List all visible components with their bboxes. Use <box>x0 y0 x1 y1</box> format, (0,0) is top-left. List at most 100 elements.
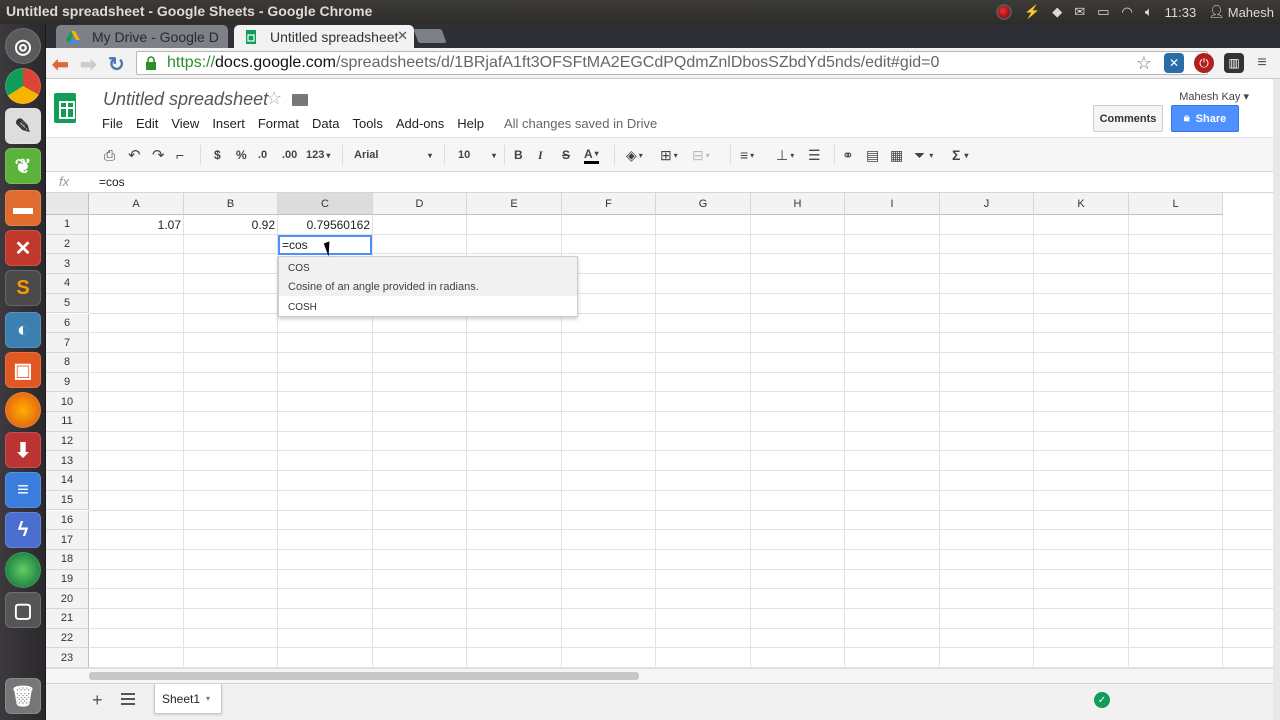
menu-view[interactable]: View <box>171 116 199 131</box>
italic-button[interactable]: I <box>538 146 543 164</box>
column-header-e[interactable]: E <box>467 193 562 215</box>
horizontal-scroll-thumb[interactable] <box>89 672 639 680</box>
filter-icon[interactable]: ⏷ ▾ <box>914 146 933 164</box>
column-header-j[interactable]: J <box>940 193 1034 215</box>
comments-button[interactable]: Comments <box>1093 105 1163 132</box>
cell-b1[interactable]: 0.92 <box>184 218 278 232</box>
vertical-scrollbar[interactable] <box>1273 79 1280 720</box>
chevron-down-icon[interactable]: ▾ <box>206 694 210 703</box>
launcher-home-icon[interactable]: ◎ <box>5 28 41 64</box>
extension-box-icon[interactable]: ▥ <box>1224 53 1244 73</box>
clock[interactable]: 11:33 <box>1159 0 1203 24</box>
launcher-sublime-icon[interactable]: S <box>5 270 41 306</box>
record-indicator-icon[interactable] <box>990 0 1018 24</box>
column-header-b[interactable]: B <box>184 193 278 215</box>
extension-x-icon[interactable]: ✕ <box>1164 53 1184 73</box>
text-wrap-icon[interactable]: ☰ <box>808 146 821 164</box>
back-button[interactable]: ⬅ <box>52 52 69 77</box>
sheet-tab-sheet1[interactable]: Sheet1 ▾ <box>154 684 222 714</box>
close-tab-icon[interactable]: ✕ <box>397 28 408 44</box>
functions-button[interactable]: Σ ▾ <box>952 146 968 164</box>
user-menu[interactable]: 👤︎ Mahesh <box>1202 0 1280 24</box>
row-header-6[interactable]: 6 <box>46 313 89 334</box>
menu-file[interactable]: File <box>102 116 123 131</box>
launcher-folder-icon[interactable]: ▬ <box>5 190 41 226</box>
mail-icon[interactable]: ✉ <box>1068 0 1091 24</box>
row-header-7[interactable]: 7 <box>46 333 89 353</box>
star-icon[interactable]: ☆ <box>266 88 282 109</box>
merge-cells-icon[interactable]: ⊟ ▾ <box>692 146 710 164</box>
launcher-store-icon[interactable]: ▣ <box>5 352 41 388</box>
volume-icon[interactable]: 🔈︎ <box>1139 0 1159 24</box>
battery-icon[interactable]: ▭ <box>1091 0 1115 24</box>
launcher-trash-icon[interactable]: 🗑︎ <box>5 678 41 714</box>
forward-button[interactable]: ➡ <box>80 52 97 77</box>
more-formats-button[interactable]: 123 ▾ <box>306 146 330 164</box>
share-button[interactable]: 🔒︎ Share <box>1171 105 1239 132</box>
row-header-1[interactable]: 1 <box>46 215 89 235</box>
column-header-d[interactable]: D <box>373 193 467 215</box>
redo-icon[interactable]: ↷ <box>152 146 165 164</box>
row-header-21[interactable]: 21 <box>46 609 89 629</box>
strikethrough-button[interactable]: S <box>562 146 570 164</box>
launcher-flash-icon[interactable]: ϟ <box>5 512 41 548</box>
menu-format[interactable]: Format <box>258 116 299 131</box>
bold-button[interactable]: B <box>514 146 523 164</box>
fill-color-icon[interactable]: ◈ ▾ <box>626 146 643 164</box>
font-family-select[interactable]: Arial ▾ <box>354 146 432 164</box>
row-header-22[interactable]: 22 <box>46 628 89 649</box>
extension-power-icon[interactable]: ⏻ <box>1194 53 1214 73</box>
insert-comment-icon[interactable]: ▤ <box>866 146 879 164</box>
launcher-globe-icon[interactable] <box>5 552 41 588</box>
select-all-corner[interactable] <box>46 193 89 215</box>
insert-link-icon[interactable]: ⚭ <box>842 146 854 164</box>
row-header-8[interactable]: 8 <box>46 352 89 373</box>
horizontal-align-icon[interactable]: ≡ ▾ <box>740 146 754 164</box>
formula-input[interactable]: =cos <box>99 175 125 189</box>
row-header-10[interactable]: 10 <box>46 392 89 412</box>
text-color-button[interactable]: A ▾ <box>584 146 599 164</box>
column-header-k[interactable]: K <box>1034 193 1129 215</box>
browser-tab-my-drive[interactable]: My Drive - Google D <box>56 25 228 48</box>
address-bar[interactable]: https://docs.google.com/spreadsheets/d/1… <box>136 51 1208 75</box>
chrome-menu-icon[interactable]: ≡ <box>1252 53 1272 73</box>
row-header-12[interactable]: 12 <box>46 431 89 452</box>
autocomplete-item[interactable]: COSH <box>279 296 577 316</box>
row-header-13[interactable]: 13 <box>46 451 89 472</box>
row-header-3[interactable]: 3 <box>46 254 89 275</box>
column-header-h[interactable]: H <box>751 193 845 215</box>
paint-format-icon[interactable]: ⌐ <box>176 146 184 164</box>
row-header-4[interactable]: 4 <box>46 274 89 294</box>
menu-tools[interactable]: Tools <box>352 116 382 131</box>
reload-button[interactable]: ↻ <box>108 52 125 77</box>
autocomplete-item-highlighted[interactable]: COS Cosine of an angle provided in radia… <box>279 257 577 296</box>
font-size-select[interactable]: 10 ▾ <box>458 146 496 164</box>
vertical-align-icon[interactable]: ⊥ ▾ <box>776 146 794 164</box>
row-header-14[interactable]: 14 <box>46 471 89 491</box>
bookmark-star-icon[interactable]: ☆ <box>1134 53 1154 73</box>
row-header-19[interactable]: 19 <box>46 569 89 590</box>
launcher-document-icon[interactable]: ≡ <box>5 472 41 508</box>
all-sheets-icon[interactable] <box>121 693 135 705</box>
row-header-11[interactable]: 11 <box>46 412 89 432</box>
sheets-logo-icon[interactable] <box>54 93 76 123</box>
row-header-2[interactable]: 2 <box>46 234 89 255</box>
menu-insert[interactable]: Insert <box>212 116 245 131</box>
row-header-15[interactable]: 15 <box>46 490 89 511</box>
launcher-chrome-icon[interactable] <box>5 68 41 104</box>
borders-icon[interactable]: ⊞ ▾ <box>660 146 678 164</box>
column-header-g[interactable]: G <box>656 193 751 215</box>
launcher-workspace-icon[interactable]: ▢ <box>5 592 41 628</box>
launcher-firefox-icon[interactable] <box>5 392 41 428</box>
column-header-a[interactable]: A <box>89 193 184 215</box>
row-header-17[interactable]: 17 <box>46 530 89 550</box>
currency-button[interactable]: $ <box>214 146 221 164</box>
new-tab-button[interactable] <box>413 29 447 43</box>
account-menu[interactable]: Mahesh Kay ▾ <box>1179 90 1249 103</box>
column-header-c[interactable]: C <box>278 193 373 215</box>
document-title[interactable]: Untitled spreadsheet <box>103 89 268 110</box>
column-header-l[interactable]: L <box>1129 193 1223 215</box>
row-header-18[interactable]: 18 <box>46 549 89 570</box>
launcher-leaf-icon[interactable]: ❦ <box>5 148 41 184</box>
row-header-9[interactable]: 9 <box>46 372 89 393</box>
